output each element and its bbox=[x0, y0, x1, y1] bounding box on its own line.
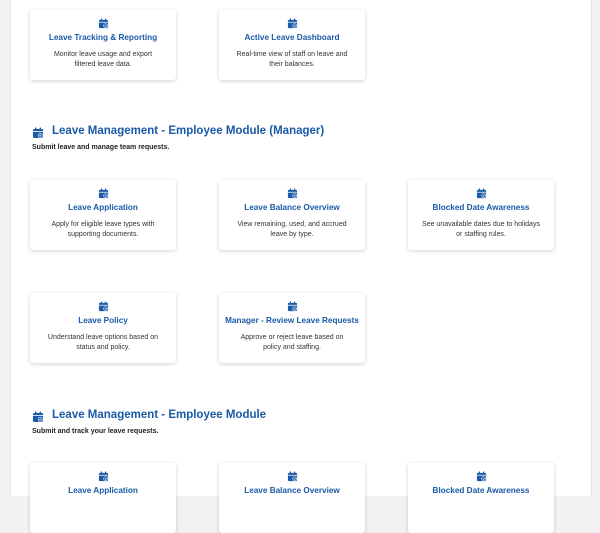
calendar-check-icon bbox=[32, 127, 44, 139]
calendar-check-icon bbox=[476, 471, 487, 482]
card-description: See unavailable dates due to holidays or… bbox=[422, 221, 540, 238]
card-leave-application[interactable]: Leave Application Apply for eligible lea… bbox=[30, 180, 176, 250]
card-description: Monitor leave usage and export filtered … bbox=[53, 51, 153, 68]
card-description: View remaining, used, and accrued leave … bbox=[237, 221, 347, 238]
card-blocked-date-awareness[interactable]: Blocked Date Awareness bbox=[408, 463, 554, 533]
card-description: Understand leave options based on status… bbox=[47, 334, 159, 351]
card-leave-tracking-reporting[interactable]: Leave Tracking & Reporting Monitor leave… bbox=[30, 10, 176, 80]
card-title: Manager - Review Leave Requests bbox=[225, 316, 359, 325]
card-title: Blocked Date Awareness bbox=[432, 203, 530, 212]
card-title: Leave Balance Overview bbox=[244, 203, 340, 212]
section-subtitle: Submit leave and manage team requests. bbox=[32, 144, 170, 151]
card-leave-balance-overview[interactable]: Leave Balance Overview View remaining, u… bbox=[219, 180, 365, 250]
card-active-leave-dashboard[interactable]: Active Leave Dashboard Real-time view of… bbox=[219, 10, 365, 80]
card-description: Real-time view of staff on leave and the… bbox=[236, 51, 348, 68]
calendar-check-icon bbox=[287, 301, 298, 312]
card-description: Approve or reject leave based on policy … bbox=[240, 334, 344, 351]
card-manager-review-leave-requests[interactable]: Manager - Review Leave Requests Approve … bbox=[219, 293, 365, 363]
calendar-check-icon bbox=[98, 188, 109, 199]
section-title: Leave Management - Employee Module bbox=[52, 409, 267, 421]
card-title: Leave Balance Overview bbox=[244, 486, 340, 495]
calendar-check-icon bbox=[98, 301, 109, 312]
calendar-check-icon bbox=[287, 471, 298, 482]
card-title: Blocked Date Awareness bbox=[432, 486, 530, 495]
card-leave-application[interactable]: Leave Application bbox=[30, 463, 176, 533]
section-subtitle: Submit and track your leave requests. bbox=[32, 428, 159, 435]
calendar-check-icon bbox=[98, 18, 109, 29]
calendar-check-icon bbox=[476, 188, 487, 199]
card-leave-policy[interactable]: Leave Policy Understand leave options ba… bbox=[30, 293, 176, 363]
calendar-check-icon bbox=[287, 18, 298, 29]
card-title: Leave Tracking & Reporting bbox=[48, 33, 158, 42]
calendar-check-icon bbox=[32, 411, 44, 423]
section-title: Leave Management - Employee Module (Mana… bbox=[52, 125, 325, 137]
card-blocked-date-awareness[interactable]: Blocked Date Awareness See unavailable d… bbox=[408, 180, 554, 250]
card-title: Active Leave Dashboard bbox=[244, 33, 340, 42]
card-title: Leave Application bbox=[68, 203, 138, 212]
card-title: Leave Policy bbox=[78, 316, 128, 325]
card-title: Leave Application bbox=[68, 486, 138, 495]
calendar-check-icon bbox=[98, 471, 109, 482]
card-leave-balance-overview[interactable]: Leave Balance Overview bbox=[219, 463, 365, 533]
calendar-check-icon bbox=[287, 188, 298, 199]
card-description: Apply for eligible leave types with supp… bbox=[51, 221, 155, 238]
